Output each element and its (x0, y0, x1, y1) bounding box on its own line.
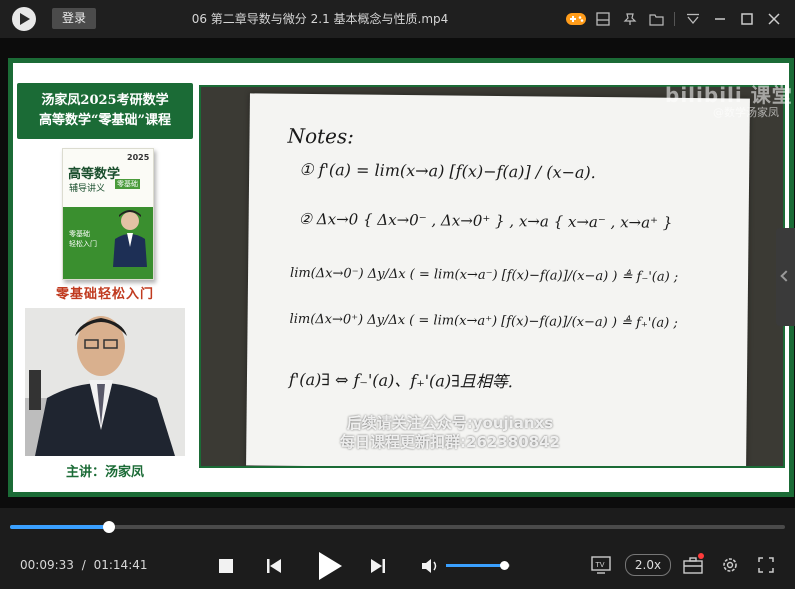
author-photo-icon (113, 210, 147, 267)
window-title: 06 第二章导数与微分 2.1 基本概念与性质.mp4 (191, 12, 449, 26)
teacher-video-inset (25, 308, 185, 456)
window-controls (562, 0, 787, 38)
teacher-photo-icon (25, 308, 185, 456)
book-slogan-line2: 轻松入门 (69, 240, 97, 248)
pin-icon[interactable] (616, 0, 643, 38)
login-button[interactable]: 登录 (52, 8, 96, 29)
book-subtitle: 辅导讲义 (69, 184, 106, 194)
app-logo-icon[interactable] (12, 7, 36, 31)
lecturer-caption: 主讲：汤家凤 (65, 465, 144, 480)
overlay-line1: 后续请关注公众号:youjianxs (346, 414, 554, 432)
folder-icon[interactable] (643, 0, 670, 38)
book-cover-slogan: 零基础 轻松入门 (69, 229, 97, 249)
overlay-line2: 每日课程更新扣群:262380842 (340, 433, 560, 451)
seek-handle[interactable] (103, 521, 116, 533)
book-slogan-line1: 零基础 (69, 230, 90, 238)
side-panel-toggle[interactable] (776, 228, 795, 326)
title-bar: 登录 06 第二章导数与微分 2.1 基本概念与性质.mp4 (0, 0, 795, 38)
titlebar-divider (674, 12, 675, 26)
playback-speed-button[interactable]: 2.0x (625, 554, 671, 576)
seek-bar[interactable] (10, 521, 785, 533)
promo-title-line2: 高等数学“零基础”课程 (39, 113, 171, 128)
promo-title-line1: 汤家凤2025考研数学 (41, 93, 169, 108)
svg-text:TV: TV (595, 561, 605, 569)
notes-line-4: lim(Δx→0⁺) Δy/Δx ( = lim(x→a⁺) [f(x)−f(a… (289, 311, 678, 331)
stop-icon[interactable] (216, 556, 236, 576)
volume-handle[interactable] (499, 561, 509, 570)
lecture-video-content: Notes: ① f'(a) = lim(x→a) [f(x)−f(a)] / … (199, 85, 785, 468)
notes-line-2: ② Δx→0 { Δx→0⁻ , Δx→0⁺ } , x→a { x→a⁻ , … (298, 209, 673, 232)
notification-dot (698, 553, 704, 559)
book-cover: 2025 高等数学 辅导讲义 零基础 零基础 轻松入门 (62, 148, 154, 280)
promo-tagline: 零基础轻松入门 (55, 287, 154, 302)
notes-line-5: f'(a)∃ ⇔ f₋'(a)、f₊'(a)∃且相等. (288, 369, 514, 392)
volume-slider[interactable] (446, 561, 510, 570)
current-time: 00:09:33 (20, 558, 74, 572)
promo-title: 汤家凤2025考研数学 高等数学“零基础”课程 (17, 83, 193, 139)
subtitle-overlay: 后续请关注公众号:youjianxs 每日课程更新扣群:262380842 (300, 414, 600, 452)
uploader-watermark: @数学汤家凤 (713, 106, 779, 119)
notes-line-1: ① f'(a) = lim(x→a) [f(x)−f(a)] / (x−a). (299, 159, 596, 183)
time-separator: / (81, 558, 86, 572)
volume-level (446, 564, 504, 567)
book-title: 高等数学 (68, 167, 121, 182)
maximize-icon[interactable] (733, 0, 760, 38)
playlist-icon[interactable] (589, 0, 616, 38)
book-badge: 零基础 (115, 179, 140, 189)
tv-cast-icon[interactable]: TV (589, 554, 613, 576)
notes-line-3: lim(Δx→0⁻) Δy/Δx ( = lim(x→a⁻) [f(x)−f(a… (290, 265, 679, 285)
next-icon[interactable] (367, 556, 389, 576)
volume-icon[interactable] (420, 556, 442, 576)
minimize-icon[interactable] (706, 0, 733, 38)
book-year: 2025 (127, 153, 150, 162)
collapse-icon[interactable] (679, 0, 706, 38)
fullscreen-icon[interactable] (754, 554, 778, 576)
course-promo-panel: 汤家凤2025考研数学 高等数学“零基础”课程 2025 高等数学 辅导讲义 零… (17, 83, 193, 485)
total-time: 01:14:41 (93, 558, 148, 572)
game-icon[interactable] (562, 0, 589, 38)
player-controls: 00:09:33 / 01:14:41 TV 2.0x (0, 508, 795, 589)
close-icon[interactable] (760, 0, 787, 38)
play-icon[interactable] (314, 550, 346, 582)
time-display: 00:09:33 / 01:14:41 (20, 558, 148, 572)
settings-icon[interactable] (718, 554, 742, 576)
handwritten-notes-paper: Notes: ① f'(a) = lim(x→a) [f(x)−f(a)] / … (246, 93, 750, 466)
notes-heading: Notes: (287, 123, 355, 149)
seek-bar-played (10, 525, 110, 529)
previous-icon[interactable] (263, 556, 285, 576)
